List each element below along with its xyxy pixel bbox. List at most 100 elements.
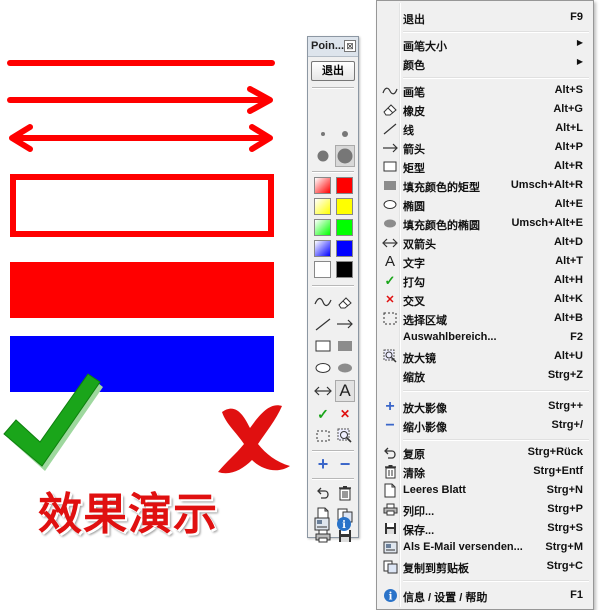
menu-item-info-settings-help[interactable]: i 信息 / 设置 / 帮助 F1 — [379, 586, 591, 605]
arrow-icon — [337, 319, 353, 329]
filled-ellipse-icon — [384, 219, 396, 228]
color-swatch-black[interactable] — [336, 261, 353, 278]
pen-tool-button[interactable] — [313, 293, 333, 311]
selection-tool-button[interactable] — [313, 427, 333, 445]
zoom-in-button[interactable]: + — [313, 454, 333, 474]
close-icon[interactable]: ⊠ — [344, 40, 356, 52]
rectangle-icon — [315, 340, 331, 352]
svg-text:i: i — [388, 592, 392, 603]
trash-icon — [339, 486, 351, 501]
save-icon — [384, 523, 396, 534]
color-swatch-white[interactable] — [314, 261, 331, 278]
menu-item-label: 放大镜 — [403, 353, 436, 365]
pen-size-medium-button[interactable] — [335, 125, 355, 143]
demo-cross-icon — [218, 405, 290, 474]
menu-item-zoom[interactable]: 缩放 Strg+Z — [379, 366, 591, 385]
filled-rectangle-tool-button[interactable] — [335, 337, 355, 355]
menu-item-shortcut: Alt+D — [553, 236, 583, 248]
pen-size-large-button[interactable] — [313, 147, 333, 165]
menu-item-print[interactable]: 列印... Strg+P — [379, 500, 591, 519]
color-swatch-red[interactable] — [336, 177, 353, 194]
menu-item-text[interactable]: A 文字 Alt+T — [379, 252, 591, 271]
double-arrow-tool-button[interactable] — [313, 382, 333, 400]
menu-item-checkmark[interactable]: ✓ 打勾 Alt+H — [379, 271, 591, 290]
menu-item-selection-area[interactable]: Auswahlbereich... F2 — [379, 328, 591, 347]
rectangle-tool-button[interactable] — [313, 337, 333, 355]
menu-item-label: 退出 — [403, 14, 425, 26]
exit-button[interactable]: 退出 — [311, 61, 355, 81]
menu-item-shortcut: Alt+R — [553, 160, 583, 172]
clipboard-icon — [383, 560, 397, 574]
menu-item-pen-size[interactable]: 画笔大小 ▶ — [379, 35, 591, 54]
tool-palette-titlebar[interactable]: Poin... ⊠ — [308, 37, 358, 57]
pen-size-xlarge-button[interactable] — [335, 145, 355, 167]
magnifier-tool-button[interactable] — [335, 427, 355, 445]
color-swatch-green[interactable] — [336, 219, 353, 236]
menu-item-rectangle[interactable]: 矩型 Alt+R — [379, 157, 591, 176]
menu-item-copy-clipboard[interactable]: 复制到剪贴板 Strg+C — [379, 557, 591, 576]
selection-icon — [316, 430, 330, 442]
toolbar-divider — [312, 285, 354, 287]
menu-item-label: Auswahlbereich... — [403, 331, 497, 343]
cross-tool-button[interactable]: ✕ — [335, 405, 355, 423]
menu-item-shortcut: Strg+S — [547, 522, 583, 534]
arrow-tool-button[interactable] — [335, 315, 355, 333]
email-button[interactable] — [312, 515, 332, 533]
blank-page-icon — [384, 483, 396, 498]
menu-item-exit[interactable]: 退出 F9 — [379, 8, 591, 27]
menu-item-eraser[interactable]: 橡皮 Alt+G — [379, 100, 591, 119]
menu-item-magnifier[interactable]: 放大镜 Alt+U — [379, 347, 591, 366]
filled-ellipse-tool-button[interactable] — [335, 359, 355, 377]
color-swatch-light-blue[interactable] — [314, 240, 331, 257]
info-icon: i — [337, 517, 351, 531]
menu-item-label: 放大影像 — [403, 403, 447, 415]
zoom-out-icon: − — [385, 416, 395, 434]
checkmark-tool-button[interactable]: ✓ — [313, 405, 333, 423]
menu-item-label: 线 — [403, 125, 414, 137]
menu-item-label: Leeres Blatt — [403, 484, 466, 496]
dot-xlarge-icon — [337, 148, 353, 164]
menu-item-cross[interactable]: ✕ 交叉 Alt+K — [379, 290, 591, 309]
menu-item-shortcut: Alt+L — [555, 122, 583, 134]
menu-item-line[interactable]: 线 Alt+L — [379, 119, 591, 138]
menu-item-label: 复制到剪贴板 — [403, 563, 469, 575]
menu-item-zoom-in[interactable]: + 放大影像 Strg++ — [379, 397, 591, 416]
color-swatch-light-yellow[interactable] — [314, 198, 331, 215]
menu-item-double-arrow[interactable]: 双箭头 Alt+D — [379, 233, 591, 252]
filled-ellipse-icon — [338, 363, 352, 373]
zoom-out-button[interactable]: − — [335, 454, 355, 474]
rectangle-icon — [383, 161, 397, 172]
menu-item-arrow[interactable]: 箭头 Alt+P — [379, 138, 591, 157]
menu-item-selection[interactable]: 选择区域 Alt+B — [379, 309, 591, 328]
menu-item-blank-page[interactable]: Leeres Blatt Strg+N — [379, 481, 591, 500]
menu-item-filled-ellipse[interactable]: 填充颜色的椭圆 Umsch+Alt+E — [379, 214, 591, 233]
menu-item-shortcut: Alt+U — [553, 350, 583, 362]
color-swatch-light-red[interactable] — [314, 177, 331, 194]
menu-item-shortcut: Strg+Entf — [533, 465, 583, 477]
menu-item-send-email[interactable]: Als E-Mail versenden... Strg+M — [379, 538, 591, 557]
color-swatch-yellow[interactable] — [336, 198, 353, 215]
color-swatch-light-green[interactable] — [314, 219, 331, 236]
menu-item-filled-rectangle[interactable]: 填充颜色的矩型 Umsch+Alt+R — [379, 176, 591, 195]
menu-separator — [403, 580, 589, 582]
email-icon — [383, 541, 397, 554]
menu-item-shortcut: Strg+Z — [547, 369, 583, 381]
line-tool-button[interactable] — [313, 315, 333, 333]
pen-size-small-button[interactable] — [313, 125, 333, 143]
info-button[interactable]: i — [334, 515, 354, 533]
clear-button[interactable] — [335, 484, 355, 502]
eraser-tool-button[interactable] — [335, 293, 355, 311]
menu-item-save[interactable]: 保存... Strg+S — [379, 519, 591, 538]
menu-item-label: 填充颜色的矩型 — [403, 182, 480, 194]
menu-item-ellipse[interactable]: 椭圆 Alt+E — [379, 195, 591, 214]
color-swatch-blue[interactable] — [336, 240, 353, 257]
undo-button[interactable] — [313, 484, 333, 502]
menu-item-undo[interactable]: 复原 Strg+Rück — [379, 443, 591, 462]
menu-item-color[interactable]: 颜色 ▶ — [379, 54, 591, 73]
ellipse-tool-button[interactable] — [313, 359, 333, 377]
menu-item-clear[interactable]: 清除 Strg+Entf — [379, 462, 591, 481]
menu-item-zoom-out[interactable]: − 缩小影像 Strg+/ — [379, 416, 591, 435]
menu-item-pen[interactable]: 画笔 Alt+S — [379, 81, 591, 100]
eraser-icon — [383, 104, 397, 116]
text-tool-button[interactable]: A — [335, 380, 355, 402]
